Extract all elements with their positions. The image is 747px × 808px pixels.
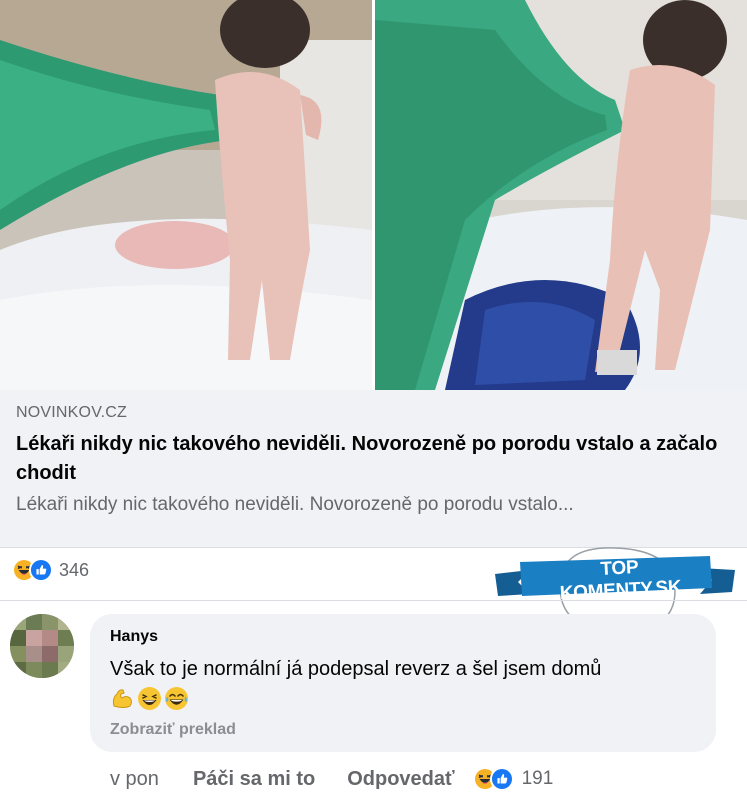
comment-actions: v pon Páči sa mi to Odpovedať 191 bbox=[110, 764, 553, 794]
flexed-biceps-icon bbox=[110, 686, 135, 711]
link-preview-meta[interactable]: NOVINKOV.CZ Lékaři nikdy nic takového ne… bbox=[0, 390, 747, 548]
comment-time[interactable]: v pon bbox=[110, 768, 159, 791]
newborn-photo-left[interactable] bbox=[0, 0, 372, 390]
badge-label: TOP KOMENTY.SK bbox=[559, 557, 682, 605]
grinning-squinting-face-icon bbox=[137, 686, 162, 711]
translate-link[interactable]: Zobraziť preklad bbox=[110, 721, 696, 739]
like-icon bbox=[489, 767, 514, 791]
link-preview-images[interactable] bbox=[0, 0, 747, 390]
divider bbox=[0, 600, 747, 601]
reply-button[interactable]: Odpovedať bbox=[347, 768, 454, 791]
comment-author[interactable]: Hanys bbox=[110, 628, 696, 646]
link-domain: NOVINKOV.CZ bbox=[16, 404, 127, 421]
comment-emojis bbox=[110, 686, 696, 711]
comment-reaction-count[interactable]: 191 bbox=[522, 768, 554, 790]
link-title[interactable]: Lékaři nikdy nic takového neviděli. Novo… bbox=[16, 430, 731, 488]
comment-text: Však to je normální já podepsal reverz a… bbox=[110, 658, 602, 680]
newborn-photo-right[interactable] bbox=[375, 0, 747, 390]
link-description: Lékaři nikdy nic takového neviděli. Novo… bbox=[16, 494, 574, 515]
like-button[interactable]: Páči sa mi to bbox=[193, 768, 315, 791]
post-reactions[interactable]: 346 bbox=[12, 556, 89, 584]
like-icon bbox=[29, 558, 53, 582]
comment-reactions[interactable]: 191 bbox=[472, 767, 554, 791]
reaction-count[interactable]: 346 bbox=[59, 560, 89, 581]
tears-of-joy-face-icon bbox=[164, 686, 189, 711]
comment-bubble: Hanys Však to je normální já podepsal re… bbox=[90, 614, 716, 752]
avatar[interactable] bbox=[10, 614, 74, 678]
